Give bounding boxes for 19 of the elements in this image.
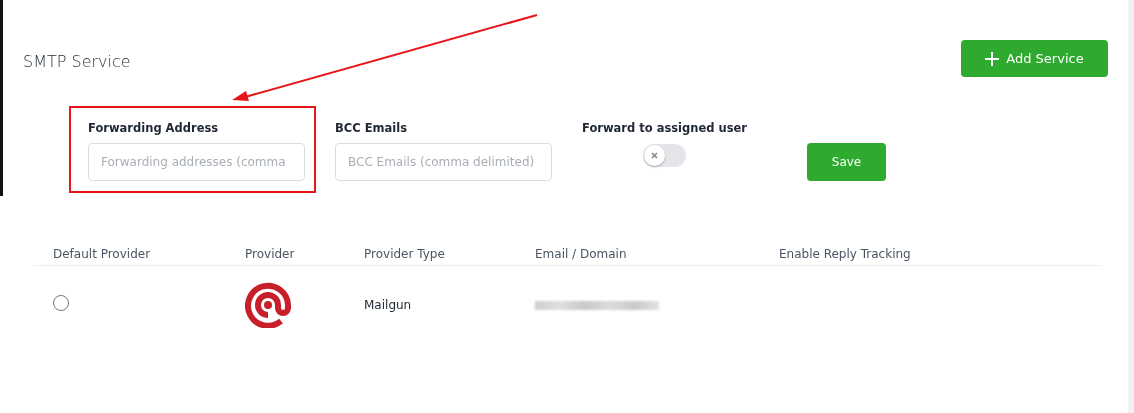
close-icon <box>651 152 658 160</box>
add-service-button[interactable]: Add Service <box>961 40 1108 77</box>
toggle-switch[interactable] <box>643 144 686 168</box>
radio-button[interactable] <box>53 295 69 312</box>
column-header: Provider <box>245 247 295 262</box>
table-cell: Mailgun <box>364 298 412 313</box>
column-header: Enable Reply Tracking <box>779 247 911 262</box>
column-header: Provider Type <box>364 247 445 262</box>
column-header: Email / Domain <box>535 247 627 262</box>
toggle-label: Forward to assigned user <box>582 120 747 137</box>
field-label: BCC Emails <box>335 120 407 137</box>
page-title: SMTP Service <box>22 51 131 73</box>
plus-icon <box>985 51 1000 66</box>
text-field[interactable]: Forwarding addresses (comma <box>88 143 305 182</box>
column-header: Default Provider <box>53 247 151 262</box>
at-sign-icon <box>245 282 291 329</box>
save-button[interactable]: Save <box>807 143 886 182</box>
text-field[interactable]: BCC Emails (comma delimited) <box>335 143 552 182</box>
field-label: Forwarding Address <box>88 120 219 137</box>
